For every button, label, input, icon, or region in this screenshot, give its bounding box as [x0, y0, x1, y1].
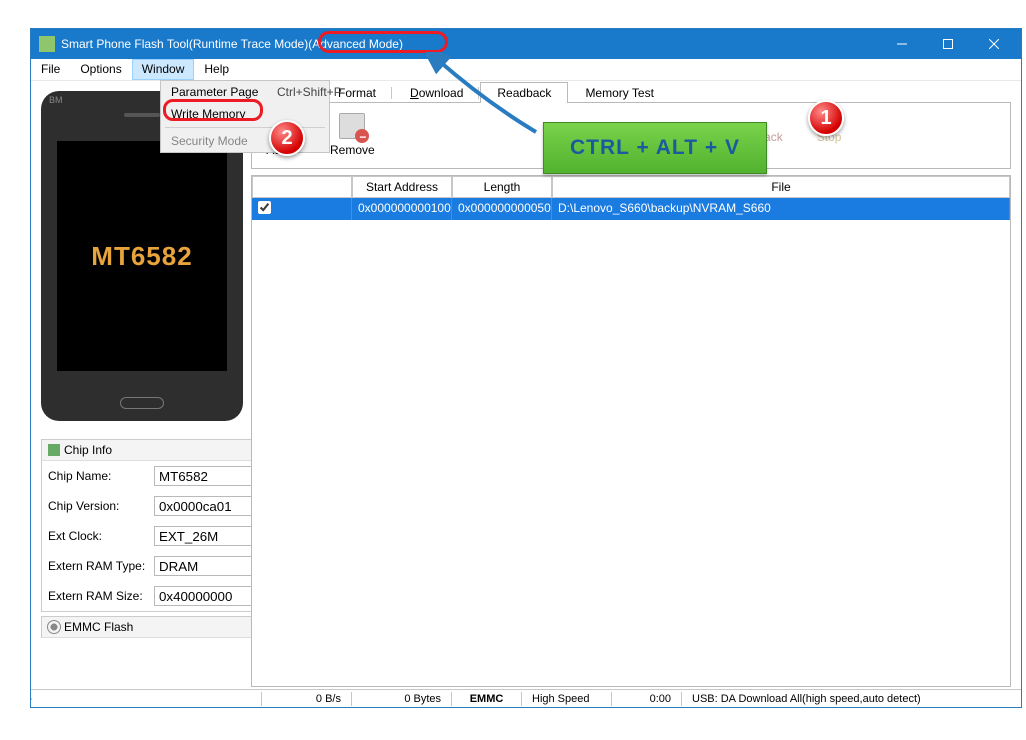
menu-help[interactable]: Help	[194, 59, 239, 80]
ram-size-field[interactable]	[154, 586, 251, 606]
ram-type-field[interactable]	[154, 556, 251, 576]
menu-options[interactable]: Options	[70, 59, 131, 80]
menuitem-write-memory[interactable]: Write Memory	[161, 103, 329, 125]
col-length[interactable]: Length	[452, 176, 552, 198]
col-file[interactable]: File	[552, 176, 1010, 198]
tab-memorytest[interactable]: Memory Test	[568, 82, 670, 103]
app-icon	[39, 36, 55, 52]
emmc-header: EMMC Flash	[41, 616, 251, 638]
remove-button[interactable]: Remove	[330, 113, 375, 157]
phone-brand: BM	[49, 95, 63, 105]
status-storage: EMMC	[451, 692, 521, 706]
table-row[interactable]: 0x000000000100... 0x000000000050... D:\L…	[252, 198, 1010, 220]
status-speed: High Speed	[521, 692, 611, 706]
col-start-address[interactable]: Start Address	[352, 176, 452, 198]
readback-table[interactable]: Start Address Length File 0x000000000100…	[251, 175, 1011, 687]
window-title: Smart Phone Flash Tool(Runtime Trace Mod…	[61, 37, 879, 51]
menu-file[interactable]: File	[31, 59, 70, 80]
chip-version-field[interactable]	[154, 496, 251, 516]
remove-icon	[339, 113, 365, 139]
status-usb: USB: DA Download All(high speed,auto det…	[681, 692, 1021, 706]
chip-icon	[48, 444, 60, 456]
badge-1: 1	[808, 100, 844, 136]
status-bytes: 0 Bytes	[351, 692, 451, 706]
status-bar: 0 B/s 0 Bytes EMMC High Speed 0:00 USB: …	[31, 689, 1021, 707]
close-button[interactable]	[971, 29, 1017, 59]
chipinfo-header: Chip Info	[41, 439, 251, 461]
minimize-button[interactable]	[879, 29, 925, 59]
gear-icon	[48, 621, 60, 633]
row-checkbox[interactable]	[258, 201, 271, 214]
menu-window[interactable]: Window	[132, 59, 195, 80]
keyboard-hint: CTRL + ALT + V	[543, 122, 767, 174]
tab-bar: Format Download Readback Memory Test	[251, 81, 1011, 103]
chip-name-field[interactable]	[154, 466, 251, 486]
ext-clock-field[interactable]	[154, 526, 251, 546]
badge-2: 2	[269, 120, 305, 156]
callout-arrow	[426, 52, 546, 142]
phone-chip-label: MT6582	[91, 241, 192, 272]
menuitem-parameter-page[interactable]: Parameter Page Ctrl+Shift+P	[161, 81, 329, 103]
status-time: 0:00	[611, 692, 681, 706]
status-bps: 0 B/s	[261, 692, 351, 706]
chipinfo-table: Chip Name: Chip Version: Ext Clock: Exte…	[41, 461, 251, 612]
maximize-button[interactable]	[925, 29, 971, 59]
